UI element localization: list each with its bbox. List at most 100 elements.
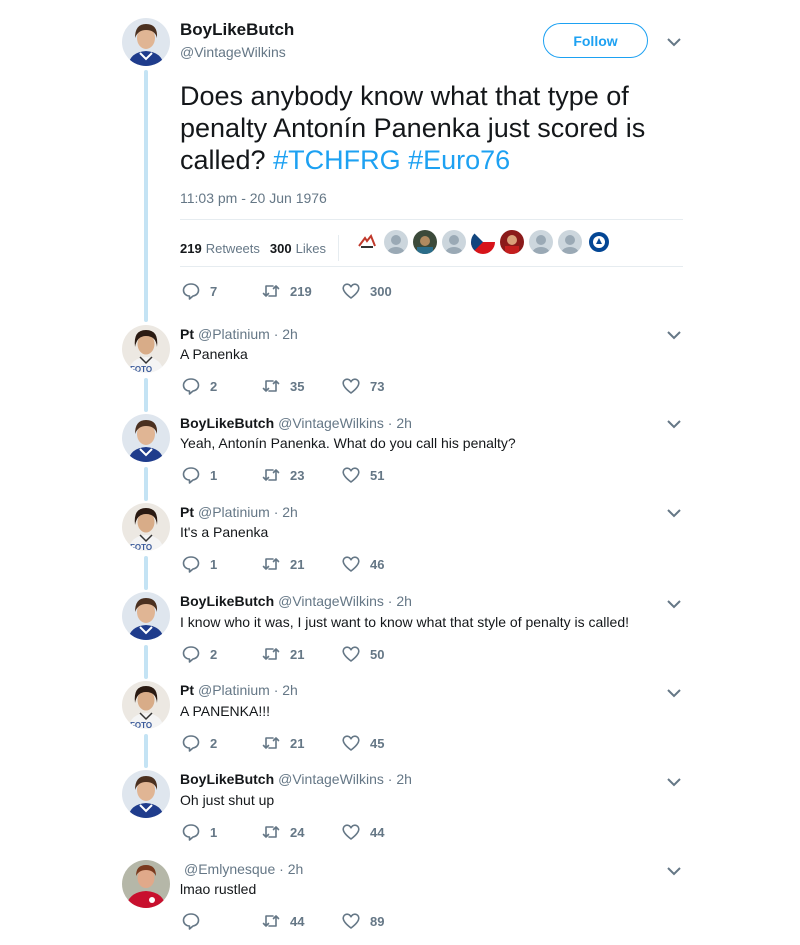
avatar[interactable]: [122, 414, 170, 462]
handle[interactable]: @VintageWilkins: [278, 593, 384, 609]
like-button[interactable]: 51: [342, 466, 422, 484]
avatar[interactable]: FOTO: [122, 681, 170, 729]
display-name[interactable]: BoyLikeButch: [180, 771, 274, 787]
handle[interactable]: @VintageWilkins: [180, 44, 294, 60]
reply-button[interactable]: 2: [182, 734, 262, 752]
reply-count: 2: [210, 646, 218, 662]
thread-line: [144, 556, 148, 590]
retweet-icon: [262, 285, 280, 297]
likes-stat[interactable]: 300 Likes: [270, 241, 326, 256]
display-name[interactable]: BoyLikeButch: [180, 593, 274, 609]
display-name[interactable]: BoyLikeButch: [180, 415, 274, 431]
display-name[interactable]: Pt: [180, 504, 194, 520]
avatar[interactable]: [122, 860, 170, 908]
like-button[interactable]: 50: [342, 645, 422, 663]
reply-time[interactable]: · 2h: [388, 415, 412, 431]
likes-label: Likes: [295, 240, 326, 256]
heart-icon: [342, 378, 360, 394]
reply-text: Yeah, Antonín Panenka. What do you call …: [180, 435, 516, 451]
follow-button[interactable]: Follow: [543, 23, 648, 58]
chevron-down-icon[interactable]: [667, 775, 681, 789]
retweet-button[interactable]: 219: [262, 282, 342, 300]
timestamp[interactable]: 11:03 pm - 20 Jun 1976: [180, 190, 327, 206]
tweet-actions: 2 21 50: [182, 645, 422, 663]
handle[interactable]: @Emlynesque: [184, 861, 275, 877]
hashtag-link[interactable]: #Euro76: [408, 145, 510, 175]
tweet-actions: 44 89: [182, 912, 422, 930]
handle[interactable]: @Platinium: [198, 682, 270, 698]
avatar[interactable]: FOTO: [122, 325, 170, 373]
logo-avatar[interactable]: [355, 230, 379, 254]
reply-button[interactable]: [182, 912, 262, 930]
reply-header: Pt @Platinium · 2h: [180, 504, 298, 520]
retweet-button[interactable]: 23: [262, 466, 342, 484]
reply-button[interactable]: 2: [182, 377, 262, 395]
reply-icon: [182, 735, 200, 752]
czech-flag-avatar[interactable]: [471, 230, 495, 254]
reply-time[interactable]: · 2h: [388, 593, 412, 609]
tweet-actions: 7 219 300: [182, 282, 422, 300]
svg-text:FOTO: FOTO: [130, 365, 152, 373]
like-button[interactable]: 89: [342, 912, 422, 930]
reply-text: I know who it was, I just want to know w…: [180, 614, 629, 630]
reply-button[interactable]: 1: [182, 466, 262, 484]
default-avatar[interactable]: [442, 230, 466, 254]
default-avatar[interactable]: [558, 230, 582, 254]
handle[interactable]: @VintageWilkins: [278, 415, 384, 431]
retweet-button[interactable]: 21: [262, 645, 342, 663]
display-name[interactable]: BoyLikeButch: [180, 20, 294, 40]
retweets-stat[interactable]: 219 Retweets: [180, 241, 260, 256]
display-name[interactable]: Pt: [180, 326, 194, 342]
handle[interactable]: @Platinium: [198, 504, 270, 520]
avatar[interactable]: [122, 18, 170, 66]
photo-avatar[interactable]: [413, 230, 437, 254]
retweet-count: 23: [290, 467, 305, 483]
default-avatar[interactable]: [384, 230, 408, 254]
reply-icon: [182, 824, 200, 841]
avatar[interactable]: FOTO: [122, 503, 170, 551]
chevron-down-icon[interactable]: [667, 506, 681, 520]
chevron-down-icon[interactable]: [667, 417, 681, 431]
retweet-button[interactable]: 21: [262, 555, 342, 573]
retweet-count: 44: [290, 913, 305, 929]
like-button[interactable]: 46: [342, 555, 422, 573]
tweet-actions: 1 24 44: [182, 823, 422, 841]
hashtag-link[interactable]: #TCHFRG: [273, 145, 401, 175]
retweet-button[interactable]: 21: [262, 734, 342, 752]
handle[interactable]: @Platinium: [198, 326, 270, 342]
heart-icon: [342, 556, 360, 572]
avatar[interactable]: [122, 770, 170, 818]
reply-button[interactable]: 1: [182, 823, 262, 841]
retweet-button[interactable]: 44: [262, 912, 342, 930]
like-button[interactable]: 44: [342, 823, 422, 841]
retweet-button[interactable]: 35: [262, 377, 342, 395]
chevron-down-icon[interactable]: [667, 686, 681, 700]
reply-button[interactable]: 1: [182, 555, 262, 573]
reply-button[interactable]: 7: [182, 282, 262, 300]
handle[interactable]: @VintageWilkins: [278, 771, 384, 787]
reply-time[interactable]: · 2h: [279, 861, 303, 877]
display-name[interactable]: Pt: [180, 682, 194, 698]
chevron-down-icon[interactable]: [667, 35, 681, 49]
chevron-down-icon[interactable]: [667, 328, 681, 342]
chelsea-crest-avatar[interactable]: [587, 230, 611, 254]
reply-button[interactable]: 2: [182, 645, 262, 663]
like-button[interactable]: 300: [342, 282, 422, 300]
avatar[interactable]: [122, 592, 170, 640]
reply-header: Pt @Platinium · 2h: [180, 326, 298, 342]
retweet-button[interactable]: 24: [262, 823, 342, 841]
like-button[interactable]: 73: [342, 377, 422, 395]
tweet-text: Does anybody know what that type of pena…: [180, 80, 680, 176]
like-button[interactable]: 45: [342, 734, 422, 752]
reply-time[interactable]: · 2h: [274, 682, 298, 698]
retweets-label: Retweets: [205, 240, 260, 256]
red-photo-avatar[interactable]: [500, 230, 524, 254]
retweet-icon: [262, 558, 280, 570]
reply-time[interactable]: · 2h: [388, 771, 412, 787]
chevron-down-icon[interactable]: [667, 597, 681, 611]
reply-time[interactable]: · 2h: [274, 504, 298, 520]
chevron-down-icon[interactable]: [667, 864, 681, 878]
default-avatar[interactable]: [529, 230, 553, 254]
reply-time[interactable]: · 2h: [274, 326, 298, 342]
divider: [337, 235, 339, 261]
